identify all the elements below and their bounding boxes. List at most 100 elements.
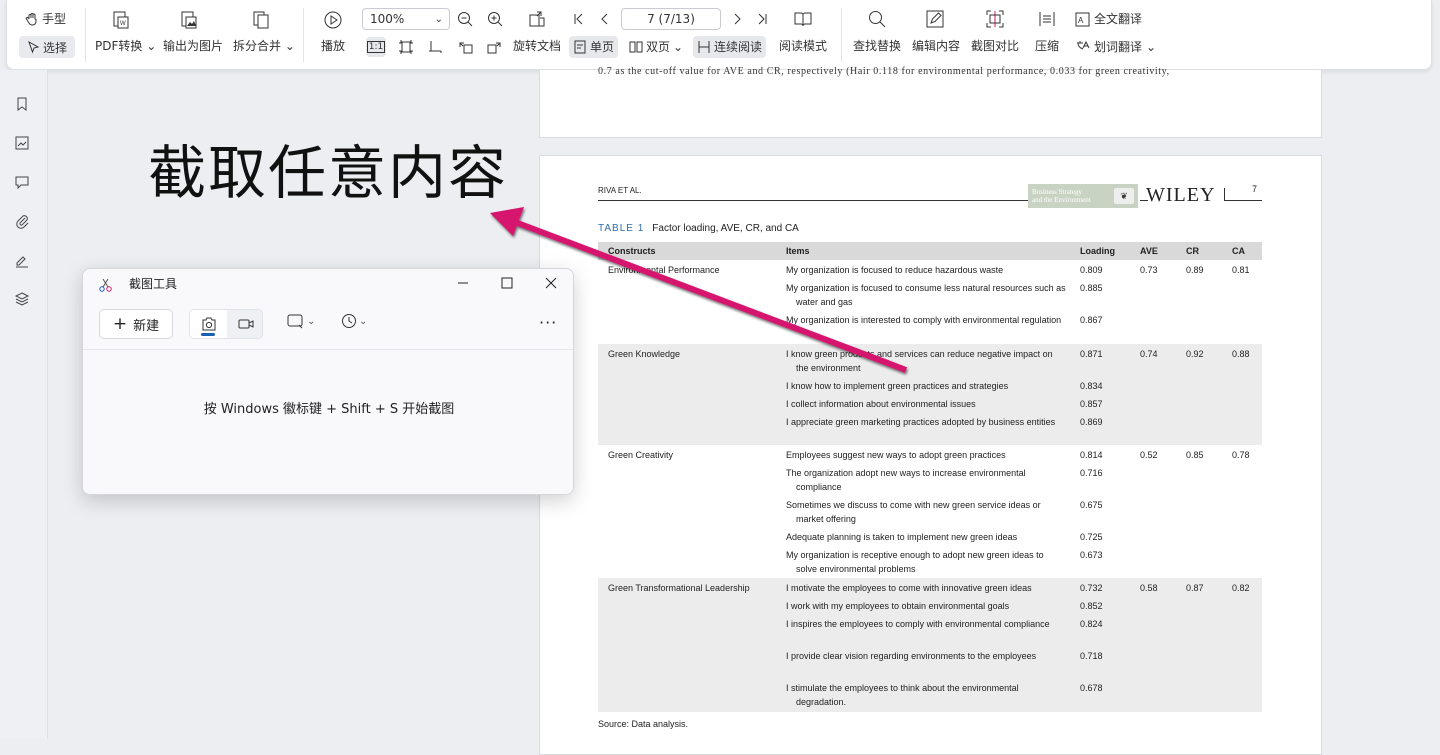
zoom-value: 100% [370, 12, 405, 26]
edit-content-button[interactable]: 编辑内容 [912, 38, 960, 54]
snip-shape-dropdown[interactable]: ⌄ [287, 313, 315, 329]
construct-name: Environmental Performance [608, 265, 720, 275]
delay-dropdown[interactable]: ⌄ [341, 313, 367, 329]
rotate-doc-button[interactable]: 旋转文档 [513, 38, 561, 54]
first-page-icon[interactable] [569, 9, 589, 29]
compress-button[interactable]: 压缩 [1035, 38, 1059, 54]
loading-value: 0.857 [1080, 399, 1103, 409]
running-header: RIVA ET AL. [598, 186, 642, 195]
toolbar-divider [85, 8, 86, 62]
export-image-button[interactable]: 输出为图片 [163, 38, 223, 54]
ave-value: 0.73 [1140, 265, 1158, 275]
rotate-right-icon[interactable] [484, 37, 504, 57]
construct-name: Green Creativity [608, 450, 674, 460]
scissors-icon [97, 276, 115, 294]
hand-tool-button[interactable]: 手型 [25, 11, 66, 27]
fit-width-icon[interactable] [426, 37, 446, 57]
plus-icon: + [112, 314, 128, 334]
pdf-convert-button[interactable]: PDF转换 ⌄ [95, 38, 156, 54]
new-snip-label: 新建 [133, 318, 160, 334]
journal-name-line1: Business Strategy [1032, 188, 1082, 196]
clock-icon [342, 314, 356, 328]
journal-logo: Business Strategy and the Environment ❦ [1028, 184, 1138, 208]
close-icon[interactable] [541, 273, 561, 293]
table-caption: Factor loading, AVE, CR, and CA [652, 223, 799, 234]
snip-content-area: 按 Windows 徽标键 + Shift + S 开始截图 [83, 350, 573, 494]
construct-name: Green Transformational Leadership [608, 583, 750, 593]
snipping-tool-window: 截图工具 + 新建 ⌄ ⌄ ··· 按 Windows 徽标键 + Shift … [82, 268, 574, 495]
full-translate-label: 全文翻译 [1094, 12, 1143, 26]
next-page-icon[interactable] [727, 9, 747, 29]
rotate-left-icon[interactable] [456, 37, 476, 57]
prev-page-icon[interactable] [595, 9, 615, 29]
translate-icon: A [1075, 12, 1090, 26]
construct-name: Green Knowledge [608, 349, 681, 359]
cr-value: 0.89 [1186, 265, 1204, 275]
video-mode-button[interactable] [227, 310, 264, 338]
new-snip-button[interactable]: + 新建 [99, 309, 173, 339]
header-rule [598, 200, 1028, 201]
export-image-icon[interactable] [179, 10, 199, 30]
screenshot-mode-button[interactable] [190, 310, 227, 338]
fit-page-icon[interactable] [396, 37, 416, 57]
single-page-label: 单页 [590, 40, 615, 54]
ave-value: 0.52 [1140, 450, 1158, 460]
col-loading: Loading [1080, 246, 1115, 256]
minimize-icon[interactable] [453, 273, 473, 293]
prev-page-text: 0.7 as the cut-off value for AVE and CR,… [598, 66, 1170, 77]
find-replace-button[interactable]: 查找替换 [853, 38, 901, 54]
page-number-input[interactable]: 7 (7/13) [621, 8, 721, 30]
read-mode-button[interactable]: 阅读模式 [779, 38, 827, 54]
item-text: I know green products and services can r… [786, 349, 1053, 373]
thumbnail-icon[interactable] [12, 133, 32, 153]
table-label: TABLE 1 [598, 223, 645, 234]
loading-value: 0.869 [1080, 417, 1103, 427]
bookmark-icon[interactable] [12, 94, 32, 114]
item-text: My organization is receptive enough to a… [786, 550, 1044, 574]
continuous-read-button[interactable]: 连续阅读 [693, 36, 767, 58]
find-replace-label: 查找替换 [853, 39, 902, 53]
svg-text:W: W [120, 21, 126, 27]
select-tool-button[interactable]: 选择 [19, 36, 75, 58]
last-page-icon[interactable] [752, 9, 772, 29]
signature-icon[interactable] [12, 250, 32, 270]
single-page-button[interactable]: 单页 [569, 36, 619, 58]
zoom-select[interactable]: 100% ⌄ [362, 8, 450, 30]
find-replace-icon[interactable] [867, 9, 887, 29]
full-translate-button[interactable]: A 全文翻译 [1075, 11, 1142, 27]
comment-icon[interactable] [12, 172, 32, 192]
play-button[interactable]: 播放 [321, 38, 345, 54]
actual-size-button[interactable]: 1:1 [366, 37, 386, 57]
screenshot-compare-button[interactable]: 截图对比 [971, 38, 1019, 54]
item-text: Employees suggest new ways to adopt gree… [786, 450, 1006, 460]
read-mode-icon[interactable] [793, 9, 813, 29]
pdf-convert-icon[interactable]: W [111, 10, 131, 30]
svg-text:A: A [1078, 16, 1084, 25]
word-translate-button[interactable]: 划词翻译 ⌄ [1075, 39, 1156, 55]
table-title: TABLE 1 Factor loading, AVE, CR, and CA [598, 223, 799, 234]
page-number: 7 [1252, 184, 1258, 194]
loading-value: 0.716 [1080, 468, 1103, 478]
screenshot-compare-icon[interactable] [985, 9, 1005, 29]
loading-value: 0.809 [1080, 265, 1103, 275]
chevron-down-icon: ⌄ [434, 13, 443, 25]
rotate-doc-icon[interactable] [527, 9, 547, 29]
header-rule [1224, 200, 1262, 201]
compress-icon[interactable] [1037, 9, 1057, 29]
more-options-icon[interactable]: ··· [539, 313, 557, 332]
double-page-button[interactable]: 双页 ⌄ [629, 39, 683, 55]
zoom-out-icon[interactable] [455, 9, 475, 29]
item-text: My organization is interested to comply … [786, 315, 1062, 325]
split-merge-button[interactable]: 拆分合并 ⌄ [233, 38, 295, 54]
cr-value: 0.85 [1186, 450, 1204, 460]
edit-content-icon[interactable] [925, 9, 945, 29]
attachment-icon[interactable] [12, 211, 32, 231]
single-page-icon [574, 40, 586, 54]
zoom-in-icon[interactable] [485, 9, 505, 29]
split-merge-icon[interactable] [251, 10, 271, 30]
pdf-convert-label: PDF转换 [95, 39, 143, 53]
maximize-icon[interactable] [497, 273, 517, 293]
layers-icon[interactable] [12, 289, 32, 309]
play-icon[interactable] [323, 10, 343, 30]
read-mode-label: 阅读模式 [779, 39, 828, 53]
